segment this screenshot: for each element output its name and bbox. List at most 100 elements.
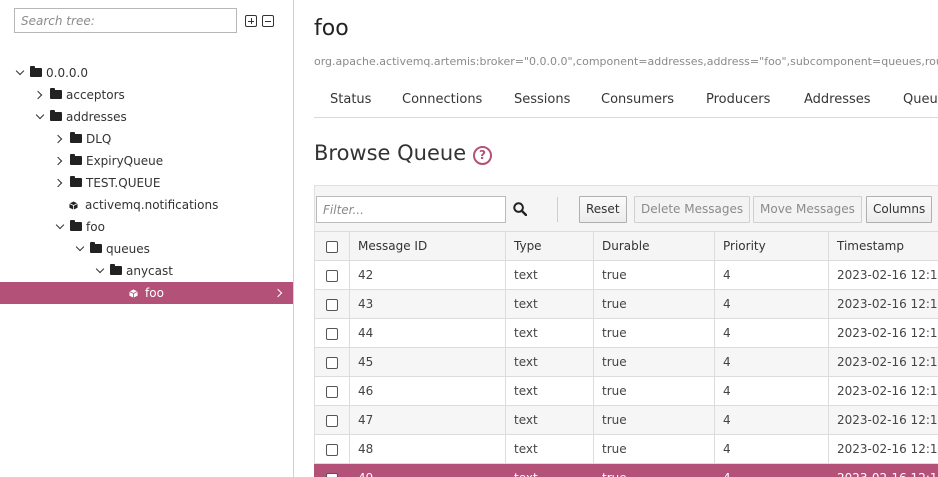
tree-node-queues[interactable]: queues: [0, 238, 293, 260]
table-row[interactable]: 42 text true 4 2023-02-16 12:15:: [314, 260, 938, 290]
cell-priority: 4: [714, 463, 829, 477]
tab-producers[interactable]: Producers: [706, 92, 770, 107]
cell-message-id[interactable]: 45: [349, 347, 506, 377]
folder-icon: [50, 110, 62, 121]
messages-table: Message ID Type Durable Priority Timesta…: [314, 231, 938, 477]
tree-node-label: foo: [145, 286, 164, 300]
tab-sessions[interactable]: Sessions: [514, 92, 570, 107]
table-row-selected[interactable]: 49 text true 4 2023-02-16 12:15:: [314, 463, 938, 477]
column-header-timestamp[interactable]: Timestamp: [828, 231, 938, 261]
folder-icon: [70, 132, 82, 143]
row-checkbox[interactable]: [326, 298, 338, 311]
cell-priority: 4: [714, 405, 829, 435]
row-select-cell: [314, 260, 350, 290]
folder-icon: [110, 264, 122, 275]
cell-type: text: [505, 405, 594, 435]
cell-priority: 4: [714, 347, 829, 377]
chevron-right-icon[interactable]: [53, 134, 63, 144]
help-icon[interactable]: ?: [473, 146, 492, 165]
chevron-down-icon[interactable]: [35, 110, 45, 120]
tree-node-acceptors[interactable]: acceptors: [0, 84, 293, 106]
table-row[interactable]: 44 text true 4 2023-02-16 12:15:: [314, 318, 938, 348]
table-row[interactable]: 45 text true 4 2023-02-16 12:15:: [314, 347, 938, 377]
row-select-cell: [314, 347, 350, 377]
cell-timestamp: 2023-02-16 12:15:: [828, 347, 938, 377]
select-all-cell: [314, 231, 350, 261]
cell-durable: true: [593, 463, 715, 477]
cell-message-id[interactable]: 46: [349, 376, 506, 406]
column-header-durable[interactable]: Durable: [593, 231, 715, 261]
row-checkbox[interactable]: [326, 269, 338, 282]
expand-all-icon[interactable]: [245, 15, 257, 27]
cell-priority: 4: [714, 376, 829, 406]
move-messages-button[interactable]: Move Messages: [753, 196, 862, 223]
row-checkbox[interactable]: [326, 327, 338, 340]
table-row[interactable]: 47 text true 4 2023-02-16 12:15:: [314, 405, 938, 435]
tree-node-dlq[interactable]: DLQ: [0, 128, 293, 150]
tree-node-addresses[interactable]: addresses: [0, 106, 293, 128]
row-checkbox[interactable]: [326, 356, 338, 369]
search-icon[interactable]: [513, 202, 528, 217]
row-checkbox[interactable]: [326, 414, 338, 427]
tree-panel: 0.0.0.0 acceptors addresses DLQ ExpiryQu…: [0, 0, 294, 477]
delete-messages-button[interactable]: Delete Messages: [634, 196, 751, 223]
cell-message-id[interactable]: 42: [349, 260, 506, 290]
cell-message-id[interactable]: 44: [349, 318, 506, 348]
folder-icon: [50, 88, 62, 99]
row-select-cell: [314, 318, 350, 348]
cell-timestamp: 2023-02-16 12:15:: [828, 289, 938, 319]
cell-priority: 4: [714, 289, 829, 319]
tab-status[interactable]: Status: [330, 92, 371, 107]
row-select-cell: [314, 289, 350, 319]
tab-consumers[interactable]: Consumers: [601, 92, 674, 107]
reset-button[interactable]: Reset: [579, 196, 627, 223]
chevron-down-icon[interactable]: [55, 220, 65, 230]
column-header-message-id[interactable]: Message ID: [349, 231, 506, 261]
tree-node-foo-address[interactable]: foo: [0, 216, 293, 238]
tree-node-foo-queue[interactable]: foo: [0, 282, 293, 304]
row-checkbox[interactable]: [326, 385, 338, 398]
chevron-down-icon[interactable]: [15, 66, 25, 76]
tab-connections[interactable]: Connections: [402, 92, 482, 107]
tab-addresses[interactable]: Addresses: [804, 92, 871, 107]
tree-node-broker[interactable]: 0.0.0.0: [0, 62, 293, 84]
cell-message-id[interactable]: 47: [349, 405, 506, 435]
tree-search-input[interactable]: [14, 8, 237, 33]
select-all-checkbox[interactable]: [326, 240, 338, 253]
row-checkbox[interactable]: [326, 472, 338, 477]
row-select-cell: [314, 463, 350, 477]
folder-icon: [90, 242, 102, 253]
chevron-right-icon[interactable]: [53, 156, 63, 166]
cell-priority: 4: [714, 434, 829, 464]
cell-message-id[interactable]: 49: [349, 463, 506, 477]
table-row[interactable]: 43 text true 4 2023-02-16 12:15:: [314, 289, 938, 319]
tree-node-expiryqueue[interactable]: ExpiryQueue: [0, 150, 293, 172]
folder-icon: [70, 154, 82, 165]
table-header-row: Message ID Type Durable Priority Timesta…: [314, 231, 938, 261]
tree-node-test-queue[interactable]: TEST.QUEUE: [0, 172, 293, 194]
cell-durable: true: [593, 318, 715, 348]
cell-type: text: [505, 376, 594, 406]
row-checkbox[interactable]: [326, 443, 338, 456]
column-header-type[interactable]: Type: [505, 231, 594, 261]
cell-message-id[interactable]: 43: [349, 289, 506, 319]
cell-timestamp: 2023-02-16 12:15:: [828, 376, 938, 406]
cell-message-id[interactable]: 48: [349, 434, 506, 464]
tree-node-anycast[interactable]: anycast: [0, 260, 293, 282]
tree-node-label: foo: [86, 220, 105, 234]
collapse-all-icon[interactable]: [262, 15, 274, 27]
tab-queues[interactable]: Queues: [903, 92, 938, 107]
chevron-right-icon[interactable]: [33, 90, 43, 100]
columns-button[interactable]: Columns: [866, 196, 933, 223]
table-row[interactable]: 46 text true 4 2023-02-16 12:15:: [314, 376, 938, 406]
chevron-down-icon[interactable]: [95, 264, 105, 274]
cell-durable: true: [593, 434, 715, 464]
chevron-down-icon[interactable]: [75, 242, 85, 252]
chevron-right-icon[interactable]: [53, 178, 63, 188]
cell-type: text: [505, 434, 594, 464]
column-header-priority[interactable]: Priority: [714, 231, 829, 261]
filter-input[interactable]: [316, 196, 506, 223]
cell-type: text: [505, 289, 594, 319]
table-row[interactable]: 48 text true 4 2023-02-16 12:15:: [314, 434, 938, 464]
tree-node-activemq-notifications[interactable]: activemq.notifications: [0, 194, 293, 216]
